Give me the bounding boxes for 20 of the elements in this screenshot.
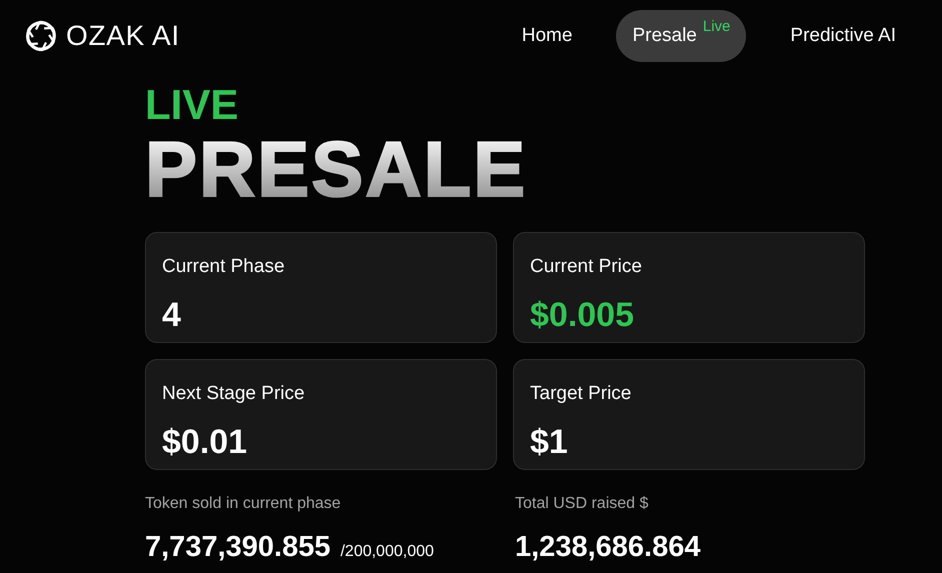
stat-label: Current Price	[530, 255, 642, 279]
total-value: 1,238,686.864	[515, 530, 700, 565]
total-label: Token sold in current phase	[145, 494, 341, 514]
swirl-logo-icon	[24, 19, 58, 53]
stat-value: $0.005	[530, 294, 634, 336]
total-value: 7,737,390.855	[145, 530, 330, 565]
stat-value: 4	[162, 294, 181, 336]
stat-label: Target Price	[530, 382, 632, 406]
nav-link[interactable]: Home	[506, 10, 588, 62]
stat-value: $1	[530, 422, 568, 462]
stat-label: Current Phase	[162, 255, 285, 279]
total-supply: /200,000,000	[340, 542, 434, 562]
nav-link[interactable]: Presale Live	[616, 10, 746, 62]
stat-value: $0.01	[162, 422, 248, 462]
total-label: Total USD raised $	[515, 494, 648, 514]
live-label: Live	[702, 16, 730, 37]
hero-eyebrow: LIVE	[145, 84, 238, 126]
stat-label: Next Stage Price	[162, 382, 305, 406]
nav-link[interactable]: Predictive AI	[774, 10, 912, 62]
brand-name: OZAK AI	[66, 19, 180, 53]
